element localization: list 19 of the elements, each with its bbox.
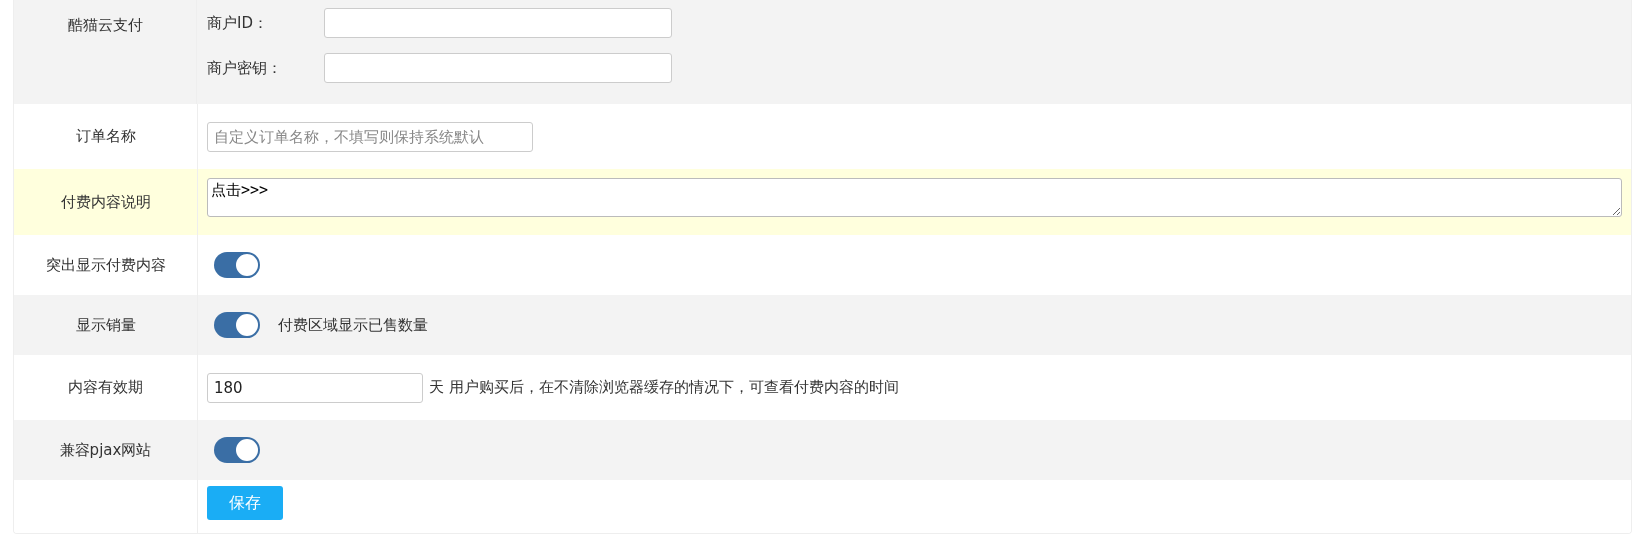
row-label: 兼容pjax网站: [59, 440, 152, 460]
field-label: 商户ID：: [206, 13, 269, 33]
input-field[interactable]: 自定义订单名称，不填写则保持系统默认: [207, 121, 533, 152]
input-field[interactable]: 180: [207, 372, 423, 403]
input-field[interactable]: [324, 53, 672, 83]
row-label: 内容有效期: [68, 378, 143, 397]
row-label: 酷猫云支付: [67, 16, 143, 35]
hint-text: 天 用户购买后，在不清除浏览器缓存的情况下，可查看付费内容的时间: [429, 378, 899, 397]
toggle-switch[interactable]: [214, 252, 260, 278]
hint-text: 付费区域显示已售数量: [278, 315, 428, 335]
row-label: 付费内容说明: [60, 192, 151, 212]
row-label: 突出显示付费内容: [45, 255, 166, 275]
field-label: 商户密钥：: [206, 58, 283, 78]
row-label: 显示销量: [75, 315, 136, 335]
toggle-switch[interactable]: [214, 312, 260, 338]
toggle-switch[interactable]: [214, 437, 260, 463]
text-area[interactable]: 点击>>>: [207, 177, 1622, 217]
input-field[interactable]: [324, 8, 672, 38]
row-label: 订单名称: [75, 127, 136, 146]
